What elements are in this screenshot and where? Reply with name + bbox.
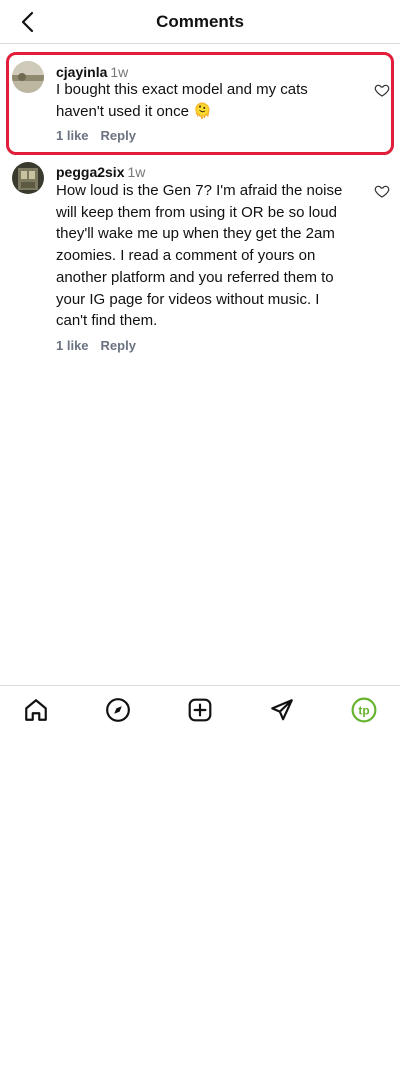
comment-actions: 1 like Reply [56, 338, 136, 353]
bottom-nav: tp [0, 685, 400, 731]
comments-header: Comments [0, 0, 400, 44]
avatar[interactable] [12, 162, 44, 194]
username[interactable]: pegga2six [56, 164, 124, 180]
timestamp: 1w [110, 64, 129, 80]
reply-button[interactable]: Reply [101, 338, 136, 353]
profile-avatar-icon: tp [351, 697, 377, 723]
add-post-icon [188, 698, 212, 722]
like-count[interactable]: 1 like [56, 338, 89, 353]
heart-icon [374, 84, 390, 97]
nav-home[interactable] [22, 696, 50, 724]
like-button[interactable] [374, 183, 390, 199]
nav-profile[interactable]: tp [350, 696, 378, 724]
comment-text: I bought this exact model and my cats ha… [56, 81, 308, 120]
comment-actions: 1 like Reply [56, 128, 136, 143]
comment-text: How loud is the Gen 7? I'm afraid the no… [56, 182, 343, 330]
heart-icon [374, 185, 390, 198]
nav-create[interactable] [186, 696, 214, 724]
like-count[interactable]: 1 like [56, 128, 89, 143]
username[interactable]: cjayinla [56, 64, 107, 80]
avatar[interactable] [12, 61, 44, 93]
comment-item: cjayinla 1w I bought this exact model and… [0, 52, 400, 155]
timestamp: 1w [127, 164, 146, 180]
page-title: Comments [156, 12, 244, 31]
profile-initials: tp [358, 703, 369, 717]
comment-meta: cjayinla 1w [56, 64, 128, 80]
comment-meta: pegga2six 1w [56, 164, 145, 180]
compass-icon [106, 698, 130, 722]
send-icon [271, 699, 293, 721]
reply-button[interactable]: Reply [101, 128, 136, 143]
nav-explore[interactable] [104, 696, 132, 724]
like-button[interactable] [374, 82, 390, 98]
comment-item: pegga2six 1w How loud is the Gen 7? I'm a… [0, 160, 400, 360]
home-icon [25, 699, 47, 721]
nav-messages[interactable] [268, 696, 296, 724]
